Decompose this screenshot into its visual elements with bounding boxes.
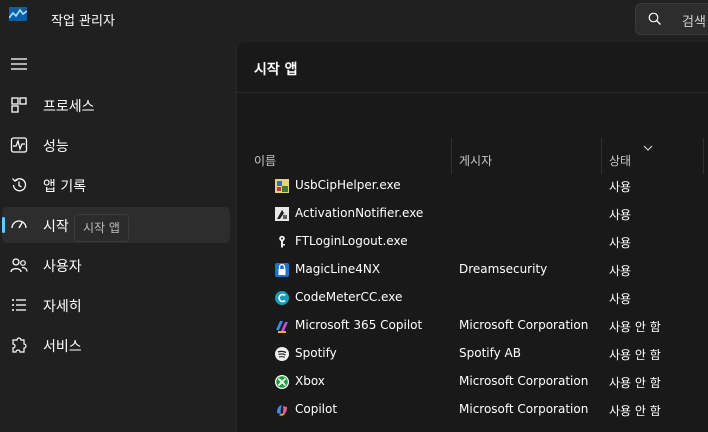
usb-helper-app-icon [275, 179, 289, 193]
table-row[interactable]: Copilot Microsoft Corporation 사용 안 함 [237, 396, 708, 424]
app-name: ActivationNotifier.exe [295, 206, 424, 220]
app-name: Spotify [295, 346, 337, 360]
search-icon [648, 12, 661, 25]
copilot-icon [277, 405, 287, 416]
history-icon [12, 178, 27, 192]
app-status: 사용 [609, 208, 632, 222]
codemeter-app-icon [275, 291, 289, 305]
xbox-icon [275, 375, 289, 389]
app-status: 사용 [609, 292, 632, 306]
sidebar-item-app-history[interactable]: 앱 기록 [2, 167, 230, 203]
app-status: 사용 [609, 236, 632, 250]
app-publisher: Microsoft Corporation [459, 374, 589, 388]
app-publisher: Dreamsecurity [459, 262, 548, 276]
speedometer-icon [11, 220, 27, 229]
sort-descending-icon [643, 145, 653, 151]
sidebar-item-performance[interactable]: 성능 [2, 127, 230, 163]
sidebar-item-label: 성능 [43, 139, 69, 155]
app-status: 사용 [609, 180, 632, 194]
app-name: FTLoginLogout.exe [295, 234, 408, 248]
details-list-icon [12, 299, 26, 311]
main-content: 시작 앱 이름 게시자 상태 UsbCipHelper.exe 사용 Activ… [236, 42, 708, 432]
sidebar-item-label: 프로세스 [43, 99, 95, 115]
column-separator[interactable] [601, 138, 602, 174]
sidebar-item-label: 서비스 [43, 339, 82, 355]
activation-notifier-app-icon [275, 207, 289, 221]
app-status: 사용 [609, 264, 632, 278]
column-header-status[interactable]: 상태 [609, 152, 631, 169]
search-placeholder: 검색 [682, 15, 706, 30]
column-separator[interactable] [703, 138, 704, 174]
title-bar: 작업 관리자 검색 [0, 0, 708, 40]
app-status: 사용 안 함 [609, 376, 661, 390]
search-input[interactable]: 검색 [635, 3, 708, 35]
sidebar-item-label: 앱 기록 [43, 179, 87, 195]
tooltip: 시작 앱 [74, 214, 129, 242]
column-separator[interactable] [451, 138, 452, 174]
app-status: 사용 안 함 [609, 320, 661, 334]
page-title: 시작 앱 [254, 62, 298, 78]
performance-icon [10, 137, 28, 153]
hamburger-menu-icon[interactable] [10, 56, 30, 72]
sidebar-item-label: 사용자 [43, 259, 82, 275]
table-row[interactable]: ActivationNotifier.exe 사용 [237, 200, 708, 228]
divider [237, 92, 708, 93]
app-name: CodeMeterCC.exe [295, 290, 403, 304]
app-publisher: Microsoft Corporation [459, 402, 589, 416]
column-header-name[interactable]: 이름 [254, 152, 276, 169]
table-row[interactable]: CodeMeterCC.exe 사용 [237, 284, 708, 312]
app-name: Microsoft 365 Copilot [295, 318, 423, 332]
task-manager-icon [9, 7, 27, 21]
sidebar-item-users[interactable]: 사용자 [2, 247, 230, 283]
app-name: UsbCipHelper.exe [295, 178, 401, 192]
table-row[interactable]: Xbox Microsoft Corporation 사용 안 함 [237, 368, 708, 396]
sidebar-item-details[interactable]: 자세히 [2, 287, 230, 323]
app-status: 사용 안 함 [609, 348, 661, 362]
sidebar-item-services[interactable]: 서비스 [2, 327, 230, 363]
sidebar-item-processes[interactable]: 프로세스 [2, 87, 230, 123]
services-puzzle-icon [12, 337, 27, 353]
sidebar-item-label: 자세히 [43, 299, 82, 315]
selection-indicator [2, 217, 5, 233]
table-row[interactable]: Spotify Spotify AB 사용 안 함 [237, 340, 708, 368]
spotify-icon [275, 347, 289, 361]
app-name: Xbox [295, 374, 325, 388]
app-title: 작업 관리자 [51, 14, 115, 29]
users-icon [10, 258, 28, 273]
microsoft-365-copilot-icon [276, 321, 288, 333]
table-row[interactable]: UsbCipHelper.exe 사용 [237, 172, 708, 200]
app-publisher: Microsoft Corporation [459, 318, 589, 332]
processes-icon [11, 97, 27, 113]
app-publisher: Spotify AB [459, 346, 521, 360]
app-name: Copilot [295, 402, 338, 416]
table-row[interactable]: FTLoginLogout.exe 사용 [237, 228, 708, 256]
app-status: 사용 안 함 [609, 404, 661, 418]
lock-app-icon [275, 263, 289, 277]
table-row[interactable]: Microsoft 365 Copilot Microsoft Corporat… [237, 312, 708, 340]
app-name: MagicLine4NX [295, 262, 381, 276]
table-row[interactable]: MagicLine4NX Dreamsecurity 사용 [237, 256, 708, 284]
column-header-publisher[interactable]: 게시자 [459, 152, 492, 169]
key-icon [279, 235, 285, 248]
